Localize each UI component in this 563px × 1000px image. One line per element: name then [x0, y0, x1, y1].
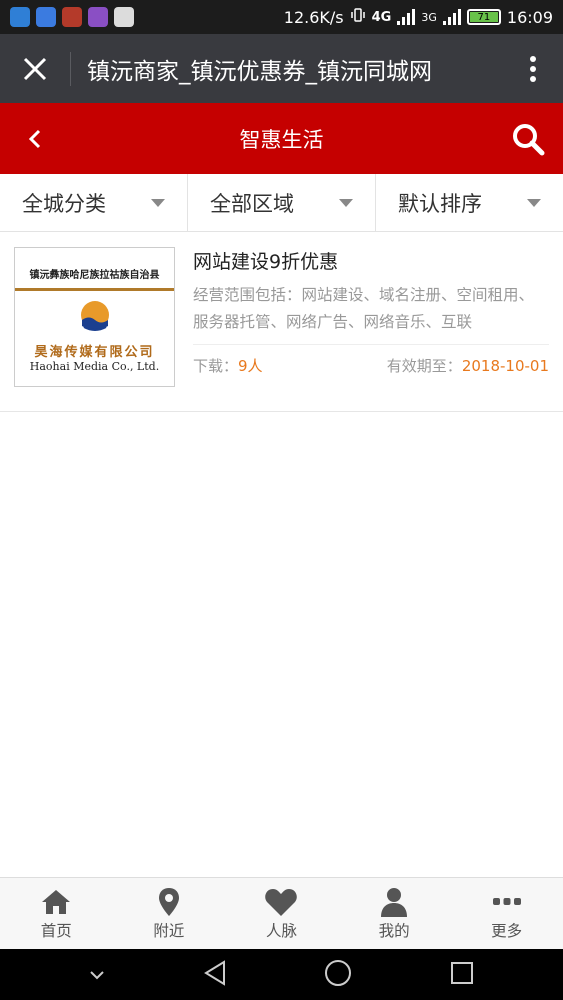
nav-label: 人脉: [265, 921, 297, 940]
coupon-list-item[interactable]: 镇沅彝族哈尼族拉祜族自治县 昊海传媒有限公司 Haohai Media Co.,…: [0, 232, 563, 412]
filter-sort[interactable]: 默认排序: [376, 174, 563, 231]
hide-nav-button[interactable]: [89, 965, 105, 984]
status-bar: 12.6K/s 4G 3G 71 16:09: [0, 0, 563, 34]
network-speed: 12.6K/s: [283, 7, 344, 27]
coupon-info: 网站建设9折优惠 经营范围包括：网站建设、域名注册、空间租用、服务器托管、网络广…: [193, 247, 549, 376]
close-icon: [23, 57, 47, 80]
caret-down-icon: [151, 198, 165, 207]
battery-icon: 71: [466, 9, 501, 25]
expiry-info: 有效期至：2018-10-01: [387, 355, 549, 376]
caret-down-icon: [339, 198, 353, 207]
filter-region[interactable]: 全部区域: [188, 174, 376, 231]
triangle-back-icon: [203, 959, 225, 986]
nav-label: 我的: [378, 921, 410, 940]
location-pin-icon: [152, 887, 186, 917]
network-3g-label: 3G: [421, 10, 437, 24]
nav-mine[interactable]: 我的: [338, 878, 451, 949]
search-button[interactable]: [493, 103, 563, 174]
window-title: 镇沅商家_镇沅优惠券_镇沅同城网: [87, 58, 432, 85]
clock: 16:09: [506, 7, 553, 27]
user-icon: [377, 887, 411, 917]
thumb-company-en: Haohai Media Co., Ltd.: [29, 360, 160, 373]
browser-app-icon: [10, 7, 30, 27]
signal-icon-2: [442, 9, 461, 25]
square-recents-icon: [451, 961, 474, 984]
nav-nearby[interactable]: 附近: [113, 878, 226, 949]
gallery-app-icon: [88, 7, 108, 27]
network-4g-label: 4G: [371, 9, 392, 25]
notification-icons: [10, 7, 134, 27]
chevron-left-icon: [28, 129, 41, 148]
system-nav-bar: [0, 949, 563, 1000]
close-button[interactable]: [0, 34, 70, 103]
system-recents-button[interactable]: [450, 961, 474, 989]
game-app-icon: [62, 7, 82, 27]
system-back-button[interactable]: [203, 959, 227, 990]
page-title: 智惠生活: [239, 127, 324, 152]
nav-home[interactable]: 首页: [0, 878, 113, 949]
vibrate-icon: [350, 7, 366, 27]
company-logo-icon: [81, 301, 109, 331]
filter-bar: 全城分类 全部区域 默认排序: [0, 174, 563, 232]
home-icon: [39, 887, 73, 917]
more-dots-icon: [490, 887, 524, 917]
coupon-description: 经营范围包括：网站建设、域名注册、空间租用、服务器托管、网络广告、网络音乐、互联: [193, 286, 535, 331]
system-home-button[interactable]: [324, 959, 352, 991]
filter-label: 默认排序: [398, 191, 482, 216]
thumb-county-text: 镇沅彝族哈尼族拉祜族自治县: [29, 270, 160, 281]
signal-icon: [397, 9, 416, 25]
page-header: 智惠生活: [0, 103, 563, 174]
circle-home-icon: [325, 959, 352, 986]
shield-app-icon: [36, 7, 56, 27]
search-icon: [513, 123, 545, 155]
browser-title-bar: 镇沅商家_镇沅优惠券_镇沅同城网: [0, 34, 563, 103]
vertical-dots-icon: [530, 55, 536, 82]
downloads-value: 9人: [238, 357, 263, 375]
coupon-title: 网站建设9折优惠: [193, 251, 339, 273]
caret-down-icon: [527, 198, 541, 207]
more-options-button[interactable]: [503, 34, 563, 103]
filter-label: 全部区域: [210, 191, 294, 216]
filter-label: 全城分类: [22, 191, 106, 216]
thumb-divider: [15, 288, 174, 291]
nav-label: 首页: [40, 921, 72, 940]
nav-contacts[interactable]: 人脉: [225, 878, 338, 949]
thumb-company-cn: 昊海传媒有限公司: [34, 345, 155, 360]
nav-label: 附近: [153, 921, 185, 940]
nav-more[interactable]: 更多: [450, 878, 563, 949]
chevron-down-icon: [90, 971, 104, 980]
downloads-info: 下载：9人: [193, 355, 263, 376]
back-button[interactable]: [0, 103, 70, 174]
coupon-meta: 下载：9人 有效期至：2018-10-01: [193, 344, 549, 376]
downloads-label: 下载：: [193, 357, 239, 375]
heart-icon: [264, 887, 298, 917]
expiry-value: 2018-10-01: [461, 357, 549, 375]
nav-label: 更多: [491, 921, 523, 940]
filter-category[interactable]: 全城分类: [0, 174, 188, 231]
merchant-thumbnail: 镇沅彝族哈尼族拉祜族自治县 昊海传媒有限公司 Haohai Media Co.,…: [14, 247, 175, 387]
news-app-icon: [114, 7, 134, 27]
expiry-label: 有效期至：: [386, 357, 462, 375]
bottom-nav: 首页 附近 人脉 我的 更多: [0, 877, 563, 949]
